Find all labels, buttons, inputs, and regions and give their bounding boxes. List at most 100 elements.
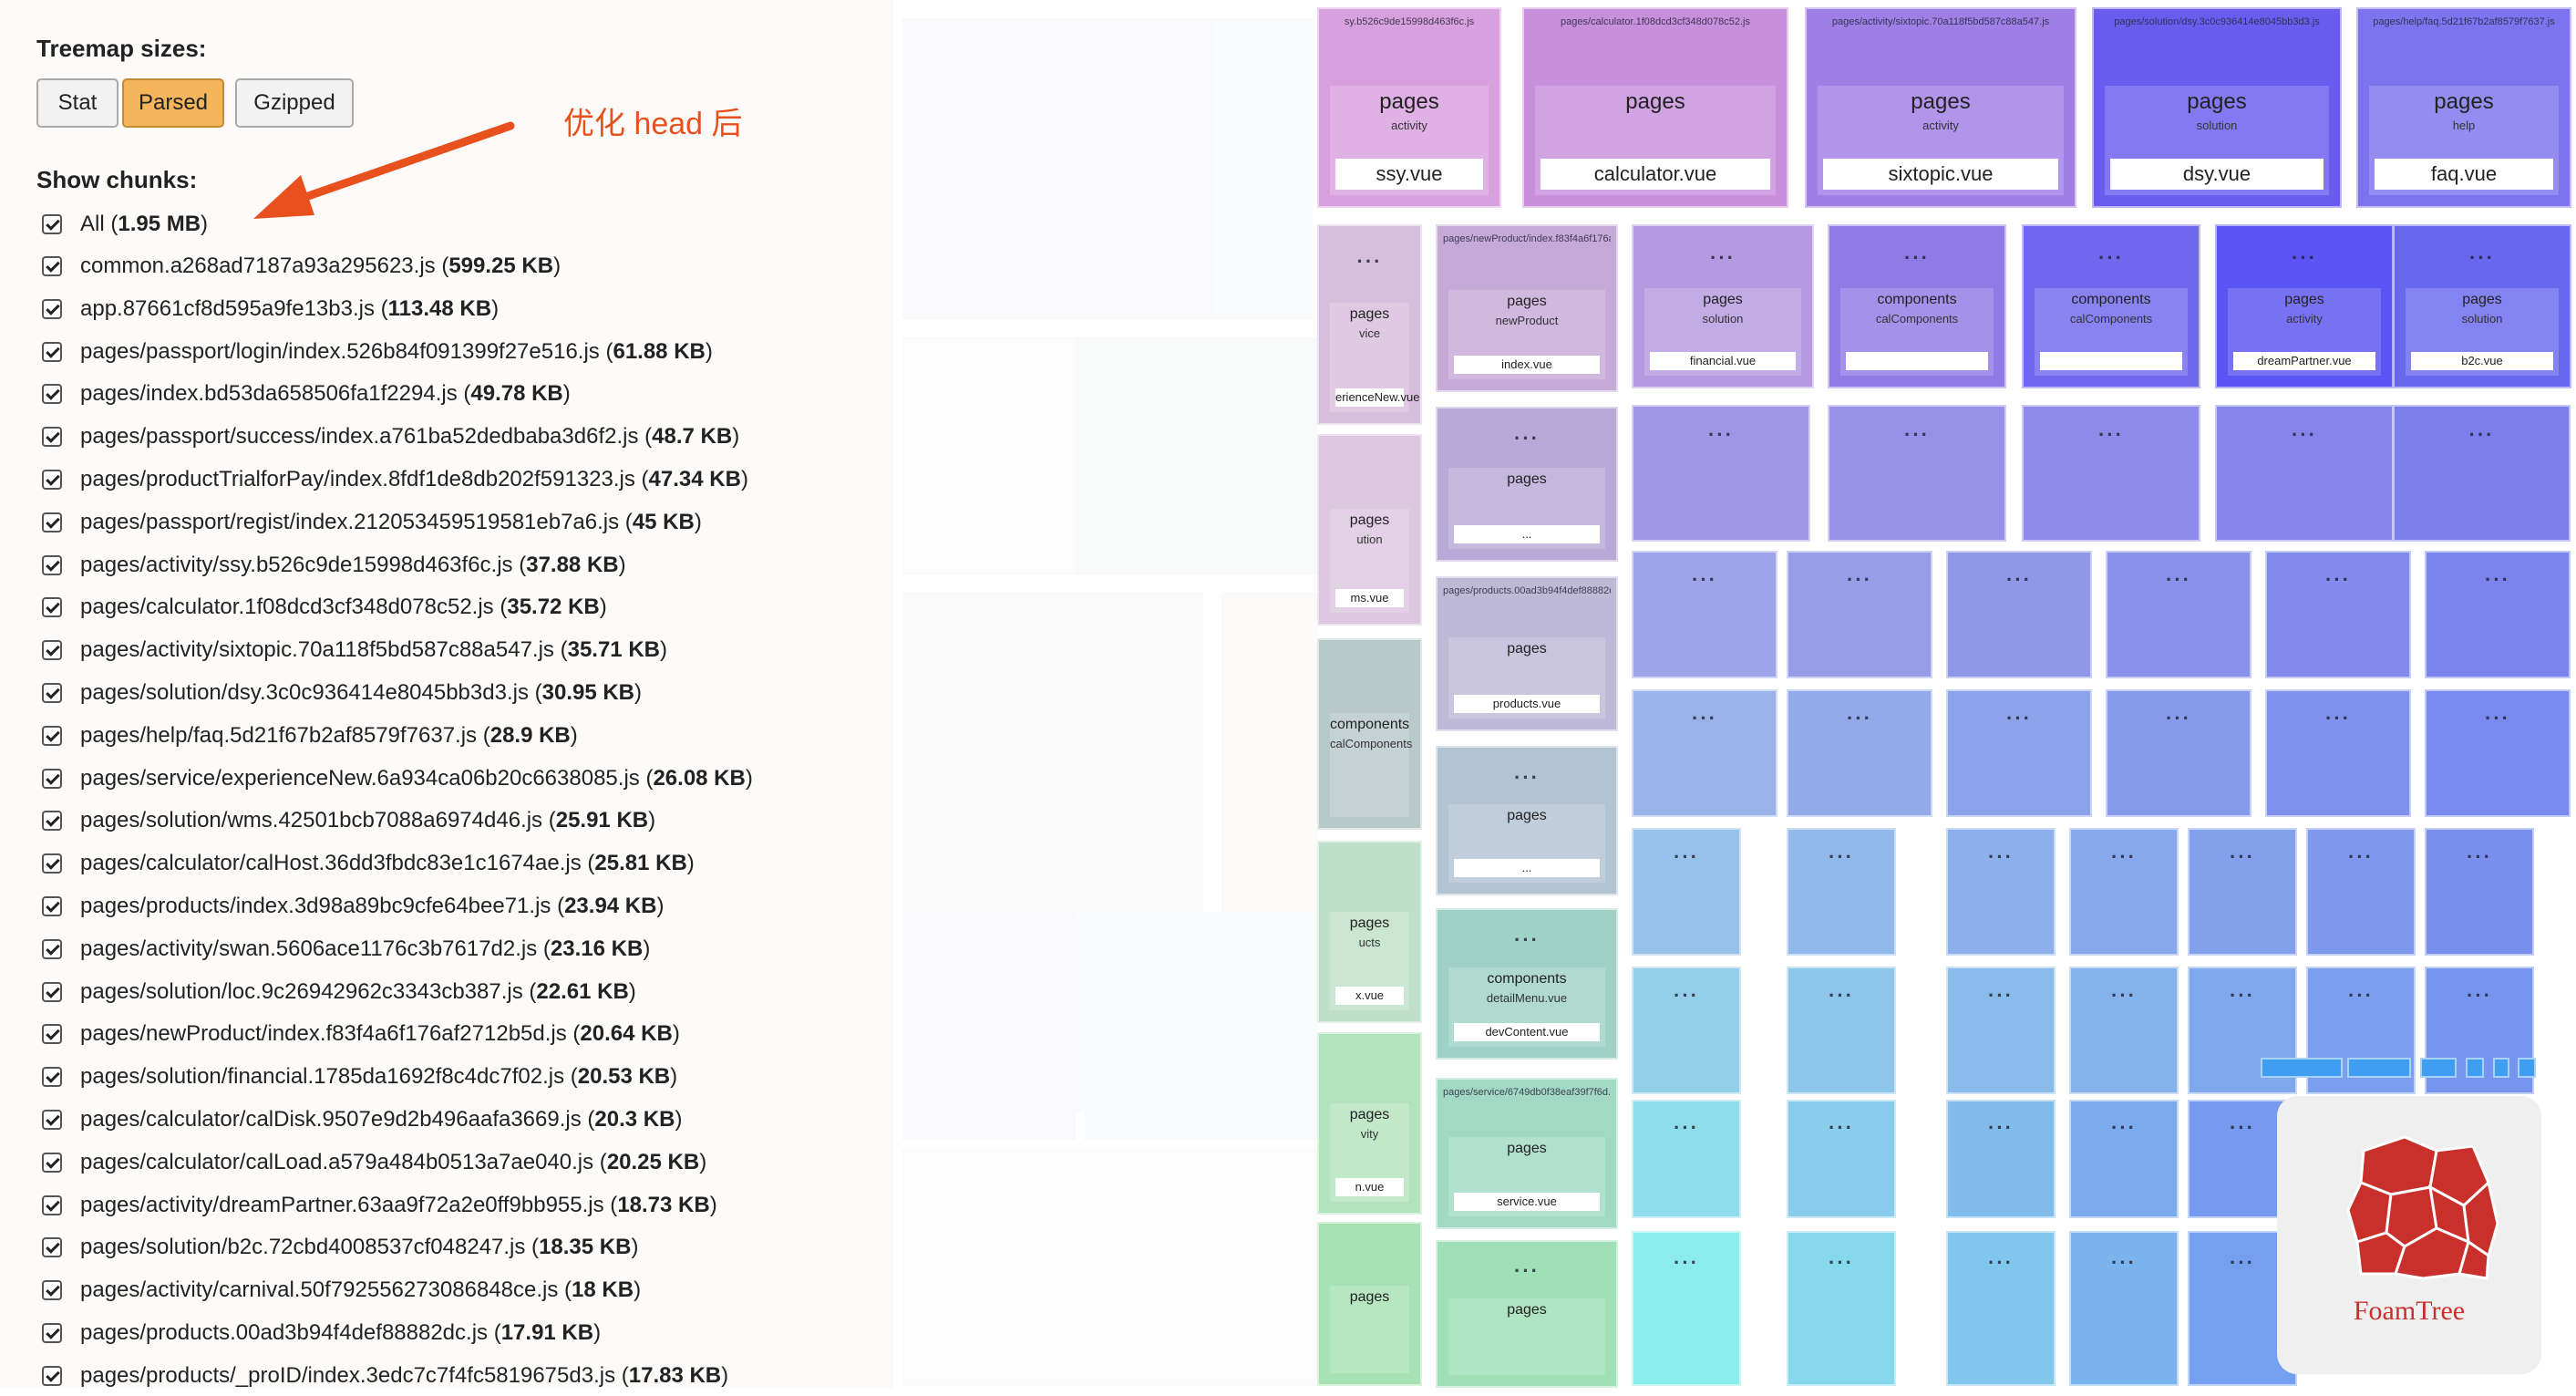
treemap-cell[interactable]: ··· [2393,405,2571,542]
treemap-cell[interactable]: ··· [1632,405,1810,542]
chunk-row[interactable]: pages/solution/wms.42501bcb7088a6974d46.… [42,801,655,841]
chunk-row[interactable]: pages/activity/dreamPartner.63aa9f72a2e0… [42,1185,717,1225]
chunk-checkbox[interactable] [42,298,62,319]
treemap-cell-row2[interactable]: ··· pages solution b2c.vue [2393,224,2571,388]
treemap-cell[interactable]: ··· [1946,967,2056,1094]
treemap-cell[interactable]: ··· [1632,689,1777,817]
chunk-checkbox[interactable] [42,1067,62,1088]
treemap-cell-top[interactable]: pages/activity/sixtopic.70a118f5bd587c88… [1805,7,2076,208]
chunk-row[interactable]: pages/products/index.3d98a89bc9cfe64bee7… [42,886,664,926]
treemap-cell-left[interactable]: pages ution ms.vue [1317,434,1422,626]
treemap-cell-row2[interactable]: ··· components calComponents [1828,224,2006,388]
treemap-cell[interactable]: ··· [2425,689,2571,817]
treemap-cell-small[interactable] [2420,1058,2457,1078]
chunk-checkbox[interactable] [42,1280,62,1301]
chunk-row[interactable]: pages/solution/financial.1785da1692f8c4d… [42,1057,677,1097]
chunk-checkbox[interactable] [42,597,62,618]
chunk-row[interactable]: pages/calculator/calLoad.a579a484b0513a7… [42,1143,706,1183]
chunk-row[interactable]: pages/help/faq.5d21f67b2af8579f7637.js (… [42,716,578,756]
chunk-row[interactable]: pages/activity/swan.5606ace1176c3b7617d2… [42,929,650,969]
treemap-cell[interactable]: ··· [2425,828,2534,956]
treemap-cell[interactable]: ··· [1946,689,2092,817]
treemap-cell-top[interactable]: pages/calculator.1f08dcd3cf348d078c52.js… [1522,7,1788,208]
chunk-row[interactable]: pages/passport/success/index.a761ba52ded… [42,417,739,457]
treemap-cell[interactable]: ··· [1946,551,2092,678]
treemap-cell-col2[interactable]: ··· components detailMenu.vue devContent.vu… [1436,908,1618,1060]
treemap-cell[interactable]: ··· [2069,1231,2179,1386]
chunk-checkbox[interactable] [42,512,62,533]
chunk-checkbox[interactable] [42,1194,62,1215]
chunk-row[interactable]: pages/solution/b2c.72cbd4008537cf048247.… [42,1227,638,1267]
chunk-row[interactable]: common.a268ad7187a93a295623.js (599.25 K… [42,246,561,286]
chunk-row[interactable]: app.87661cf8d595a9fe13b3.js (113.48 KB) [42,289,499,329]
size-stat-button[interactable]: Stat [36,78,118,128]
treemap-cell[interactable]: ··· [2106,551,2251,678]
size-parsed-button[interactable]: Parsed [122,78,224,128]
chunk-checkbox[interactable] [42,640,62,661]
chunk-row[interactable]: pages/activity/sixtopic.70a118f5bd587c88… [42,630,667,670]
chunk-checkbox[interactable] [42,938,62,959]
treemap-cell-row2[interactable]: ··· pages activity dreamPartner.vue [2215,224,2394,388]
treemap-cell[interactable]: ··· [2022,405,2200,542]
treemap-cell-small[interactable] [2466,1058,2484,1078]
chunk-row[interactable]: pages/passport/regist/index.212053459519… [42,502,702,543]
chunk-row[interactable]: pages/solution/dsy.3c0c936414e8045bb3d3.… [42,673,642,713]
treemap-cell[interactable]: ··· [2069,967,2179,1094]
chunk-checkbox[interactable] [42,1110,62,1130]
chunk-checkbox[interactable] [42,896,62,916]
chunk-checkbox[interactable] [42,1024,62,1045]
treemap-cell[interactable]: ··· [1828,405,2006,542]
chunk-row[interactable]: pages/productTrialforPay/index.8fdf1de8d… [42,460,748,500]
treemap-cell-small[interactable] [2493,1058,2509,1078]
treemap-cell[interactable]: ··· [1946,828,2056,956]
treemap-cell[interactable]: ··· [1787,1231,1896,1386]
treemap-cell[interactable]: ··· [2425,551,2571,678]
treemap-cell[interactable]: ··· [1946,1231,2056,1386]
treemap-cell[interactable]: ··· [1787,828,1896,956]
treemap-cell-small[interactable] [2261,1058,2343,1078]
chunk-checkbox[interactable] [42,1365,62,1386]
treemap-cell[interactable]: ··· [2188,828,2297,956]
treemap-cell[interactable]: ··· [1632,967,1741,1094]
chunk-row[interactable]: pages/solution/loc.9c26942962c3343cb387.… [42,972,636,1012]
treemap-cell[interactable]: ··· [1946,1100,2056,1218]
chunk-checkbox[interactable] [42,811,62,832]
treemap-cell-col2[interactable]: ··· pages [1436,1240,1618,1388]
chunk-checkbox[interactable] [42,256,62,276]
chunk-checkbox[interactable] [42,427,62,448]
treemap-cell[interactable]: ··· [1632,1100,1741,1218]
treemap-cell-small[interactable] [2347,1058,2411,1078]
chunk-checkbox[interactable] [42,1237,62,1258]
chunk-checkbox[interactable] [42,1152,62,1173]
treemap-cell[interactable]: ··· [1787,1100,1896,1218]
chunk-row[interactable]: pages/newProduct/index.f83f4a6f176af2712… [42,1014,680,1054]
chunk-checkbox[interactable] [42,725,62,746]
chunk-row[interactable]: pages/passport/login/index.526b84f091399… [42,332,713,372]
treemap-cell-small[interactable] [2518,1058,2536,1078]
chunk-row[interactable]: pages/calculator/calDisk.9507e9d2b496aaf… [42,1100,682,1140]
treemap-cell-row2[interactable]: ··· pages solution financial.vue [1632,224,1814,388]
chunk-all-row[interactable]: All (1.95 MB) [42,204,208,244]
chunk-row[interactable]: pages/service/experienceNew.6a934ca06b20… [42,759,753,799]
chunk-row[interactable]: pages/activity/carnival.50f7925562730868… [42,1270,641,1310]
treemap-cell-left[interactable]: ··· pages vice erienceNew.vue [1317,224,1422,425]
treemap-cell[interactable]: ··· [2306,828,2416,956]
treemap-cell-col2[interactable]: pages/newProduct/index.f83f4a6f176af2712… [1436,224,1618,392]
chunk-checkbox[interactable] [42,1323,62,1343]
treemap-cell-left[interactable]: components calComponents [1317,638,1422,830]
chunk-row[interactable]: pages/index.bd53da658506fa1f2294.js (49.… [42,374,571,414]
size-gzipped-button[interactable]: Gzipped [235,78,354,128]
chunk-checkbox[interactable] [42,470,62,490]
chunk-row[interactable]: pages/products.00ad3b94f4def88882dc.js (… [42,1313,601,1353]
treemap-cell[interactable]: ··· [2069,828,2179,956]
treemap-cell-col2[interactable]: pages/products.00ad3b94f4def88882dc.js pa… [1436,576,1618,731]
chunk-checkbox[interactable] [42,341,62,362]
treemap-cell[interactable]: ··· [1632,828,1741,956]
chunk-checkbox[interactable] [42,981,62,1002]
treemap-cell[interactable]: ··· [1632,1231,1741,1386]
treemap-cell-col2[interactable]: pages/service/6749db0f38eaf39f7f6d.js pag… [1436,1078,1618,1229]
chunk-row[interactable]: pages/activity/ssy.b526c9de15998d463f6c.… [42,545,626,585]
treemap-cell-left[interactable]: pages vity n.vue [1317,1032,1422,1215]
treemap-cell-left[interactable]: pages ucts x.vue [1317,841,1422,1023]
treemap-cell-top[interactable]: sy.b526c9de15998d463f6c.js pages activity s… [1317,7,1501,208]
